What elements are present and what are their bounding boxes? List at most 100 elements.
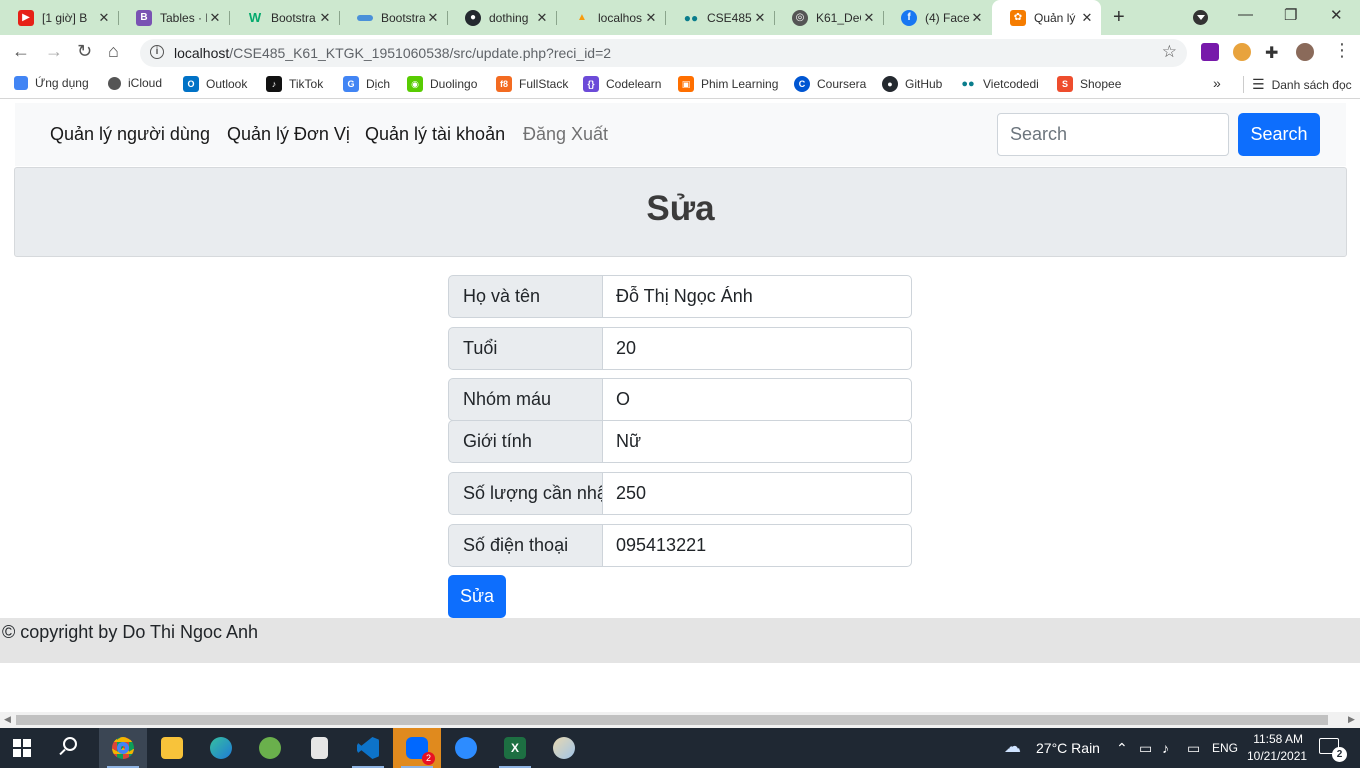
taskbar-vscode[interactable] [344, 728, 392, 768]
gender-input[interactable] [603, 420, 912, 463]
taskbar-coccoc[interactable] [246, 728, 294, 768]
field-age: Tuổi [448, 327, 912, 370]
address-bar[interactable]: i localhost/CSE485_K61_KTGK_1951060538/s… [140, 39, 1187, 67]
scrollbar-thumb[interactable] [16, 715, 1328, 725]
battery-icon[interactable]: ▭ [1187, 740, 1200, 757]
search-button[interactable]: Search [1238, 113, 1320, 156]
close-icon[interactable]: ✕ [861, 10, 877, 26]
bookmark-apps[interactable]: Ứng dụng [14, 76, 89, 90]
back-icon[interactable]: ← [12, 41, 30, 62]
bookmark-codelearn[interactable]: {} Codelearn [583, 76, 661, 92]
browser-tab[interactable]: B Tables · B ✕ [118, 4, 230, 31]
bookmark-fullstack[interactable]: f8 FullStack [496, 76, 568, 92]
taskbar-excel[interactable]: X [491, 728, 539, 768]
bookmark-vietcodedi[interactable]: ●● Vietcodedi [960, 76, 1039, 92]
site-navbar: Quản lý người dùng Quản lý Đơn Vị Quản l… [15, 103, 1346, 166]
weather-text[interactable]: 27°C Rain [1036, 740, 1100, 756]
minimize-icon[interactable]: — [1238, 6, 1253, 23]
info-icon[interactable]: i [150, 45, 164, 59]
browser-tab[interactable]: ◎ K61_DeC ✕ [774, 4, 884, 31]
tab-title: Bootstra [381, 10, 425, 25]
volume-icon[interactable]: ♪ [1162, 740, 1169, 756]
taskbar-paint[interactable] [540, 728, 588, 768]
restore-icon[interactable]: ❐ [1284, 6, 1297, 24]
browser-tab[interactable]: W Bootstra ✕ [229, 4, 340, 31]
close-icon[interactable]: ✕ [96, 10, 112, 26]
bookmark-outlook[interactable]: O Outlook [183, 76, 247, 92]
bookmark-icloud[interactable]: iCloud [108, 76, 162, 90]
close-icon[interactable]: ✕ [425, 10, 441, 26]
taskbar-docs[interactable] [295, 728, 343, 768]
browser-tab[interactable]: ● dothing ✕ [447, 4, 557, 31]
bookmark-phim-learning[interactable]: ▣ Phim Learning [678, 76, 778, 92]
bookmark-coursera[interactable]: C Coursera [794, 76, 866, 92]
reading-list-button[interactable]: ☰ Danh sách đọc [1243, 76, 1352, 93]
browser-tab[interactable]: ▲ localhos ✕ [556, 4, 666, 31]
new-tab-icon[interactable]: + [1113, 6, 1125, 29]
search-input[interactable] [997, 113, 1229, 156]
nav-link-accounts[interactable]: Quản lý tài khoản [365, 124, 505, 145]
browser-tab[interactable]: ●● CSE485 ✕ [665, 4, 775, 31]
github-icon: ● [882, 76, 898, 92]
forward-icon[interactable]: → [45, 41, 63, 62]
taskbar-explorer[interactable] [148, 728, 196, 768]
page-footer: © copyright by Do Thi Ngoc Anh [0, 618, 1360, 663]
reading-list-icon: ☰ [1252, 76, 1265, 92]
blood-type-input[interactable] [603, 378, 912, 421]
scroll-left-icon[interactable]: ◀ [4, 714, 11, 725]
full-name-input[interactable] [603, 275, 912, 318]
browser-tab-active[interactable]: ✿ Quản lý ✕ [992, 0, 1101, 35]
close-icon[interactable]: ✕ [317, 10, 333, 26]
browser-tab[interactable]: f (4) Faceb ✕ [883, 4, 991, 31]
menu-icon[interactable]: ⋮ [1333, 40, 1351, 61]
bookmark-star-icon[interactable]: ☆ [1162, 42, 1177, 62]
profile-avatar[interactable] [1296, 43, 1314, 61]
horizontal-scrollbar[interactable]: ◀ ▶ [0, 712, 1360, 728]
home-icon[interactable]: ⌂ [108, 41, 119, 62]
field-phone: Số điện thoại [448, 524, 912, 567]
submit-edit-button[interactable]: Sửa [448, 575, 506, 618]
bookmark-tiktok[interactable]: ♪ TikTok [266, 76, 323, 92]
nav-link-users[interactable]: Quản lý người dùng [50, 124, 210, 145]
coursera-icon: C [794, 76, 810, 92]
close-icon[interactable]: ✕ [643, 10, 659, 26]
taskbar-zoom[interactable] [442, 728, 490, 768]
window-close-icon[interactable]: ✕ [1330, 6, 1343, 24]
search-icon[interactable] [63, 737, 77, 751]
bookmark-label: Vietcodedi [983, 77, 1039, 91]
bookmark-label: Phim Learning [701, 77, 779, 91]
close-icon[interactable]: ✕ [534, 10, 550, 26]
close-icon[interactable]: ✕ [1079, 10, 1095, 26]
bookmark-duolingo[interactable]: ◉ Duolingo [407, 76, 477, 92]
nav-link-logout[interactable]: Đăng Xuất [523, 124, 608, 145]
reload-icon[interactable]: ↻ [77, 41, 92, 62]
taskbar-edge[interactable] [197, 728, 245, 768]
age-input[interactable] [603, 327, 912, 370]
notification-icon[interactable]: 2 [1319, 738, 1347, 762]
close-icon[interactable]: ✕ [207, 10, 223, 26]
extension-owl-icon[interactable] [1233, 43, 1251, 61]
clock[interactable]: 11:58 AM 10/21/2021 [1247, 731, 1307, 765]
taskbar-zalo[interactable]: 2 [393, 728, 441, 768]
nav-link-units[interactable]: Quản lý Đơn Vị [227, 124, 350, 145]
network-icon[interactable]: ▭ [1139, 740, 1152, 757]
browser-tab[interactable]: ▶ [1 giờ] B ✕ [0, 4, 119, 31]
close-icon[interactable]: ✕ [969, 10, 985, 26]
phone-input[interactable] [603, 524, 912, 567]
onenote-icon[interactable] [1201, 43, 1219, 61]
url-text[interactable]: localhost/CSE485_K61_KTGK_1951060538/src… [174, 45, 611, 61]
chevron-right-double-icon[interactable]: » [1213, 75, 1221, 91]
bookmark-translate[interactable]: G Dịch [343, 76, 390, 92]
bookmark-github[interactable]: ● GitHub [882, 76, 942, 92]
tab-search-icon[interactable] [1193, 10, 1208, 25]
taskbar-chrome[interactable] [99, 728, 147, 768]
chevron-up-icon[interactable]: ⌃ [1116, 740, 1128, 757]
language-indicator[interactable]: ENG [1212, 741, 1238, 755]
browser-tab[interactable]: Bootstra ✕ [339, 4, 448, 31]
bookmark-shopee[interactable]: S Shopee [1057, 76, 1121, 92]
extensions-puzzle-icon[interactable]: ✚ [1265, 43, 1283, 62]
close-icon[interactable]: ✕ [752, 10, 768, 26]
quantity-input[interactable] [603, 472, 912, 515]
windows-start-icon[interactable] [13, 739, 31, 757]
scroll-right-icon[interactable]: ▶ [1348, 714, 1355, 725]
